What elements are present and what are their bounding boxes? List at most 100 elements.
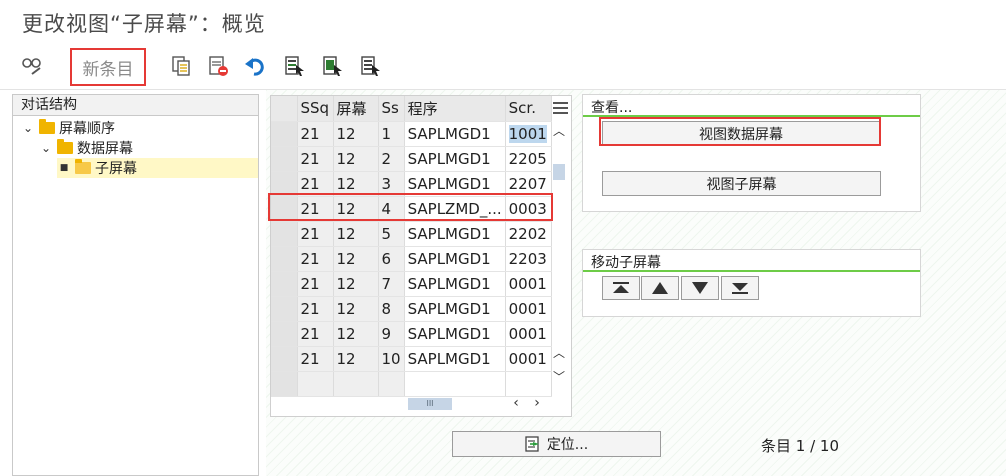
table-row[interactable]: 21 12 9 SAPLMGD1 0001	[271, 321, 552, 347]
tree-item-data-screens[interactable]: ⌄ 数据屏幕	[39, 138, 133, 158]
move-up-button[interactable]	[641, 276, 679, 300]
cell-scr[interactable]: 2207	[505, 171, 552, 197]
scroll-down-icon[interactable]: ︿	[551, 344, 567, 360]
select-block-button[interactable]	[318, 52, 346, 80]
locate-button[interactable]: 定位...	[452, 431, 661, 457]
cell-scr[interactable]: 2203	[505, 246, 552, 272]
row-selector[interactable]	[271, 121, 298, 147]
row-selector[interactable]	[271, 221, 298, 247]
cell-scr[interactable]: 2205	[505, 146, 552, 172]
cell-scr-value[interactable]: 1001	[508, 124, 547, 143]
toolbar: 新条目	[0, 44, 1006, 90]
cell-program[interactable]: SAPLZMD_...	[404, 196, 506, 222]
column-header-ssq[interactable]: SSq	[297, 96, 334, 122]
table-row[interactable]: 21 12 3 SAPLMGD1 2207	[271, 171, 552, 197]
cell-screen: 12	[333, 196, 379, 222]
move-to-top-button[interactable]	[602, 276, 640, 300]
table-row[interactable]: 21 12 7 SAPLMGD1 0001	[271, 271, 552, 297]
cell-ssq: 21	[297, 321, 334, 347]
cell-scr[interactable]: 0001	[505, 346, 552, 372]
delete-button[interactable]	[204, 52, 232, 80]
copy-icon	[172, 56, 190, 76]
table-row-empty	[271, 371, 552, 397]
row-selector[interactable]	[271, 246, 298, 272]
cell-scr[interactable]: 0001	[505, 321, 552, 347]
view-panel: 查看... 视图数据屏幕 视图子屏幕	[582, 94, 921, 212]
cell-scr[interactable]: 0001	[505, 271, 552, 297]
horizontal-scroll-thumb[interactable]: III	[408, 398, 452, 410]
scroll-bottom-icon[interactable]: ﹀	[551, 368, 567, 384]
table-row[interactable]: 21 12 4 SAPLZMD_... 0003	[271, 196, 552, 222]
cell-program[interactable]: SAPLMGD1	[404, 146, 506, 172]
chevron-down-icon[interactable]: ⌄	[39, 141, 53, 155]
new-entry-button[interactable]: 新条目	[70, 48, 146, 86]
move-panel-divider	[583, 270, 920, 272]
view-data-screen-button[interactable]: 视图数据屏幕	[602, 121, 880, 146]
row-selector[interactable]	[271, 371, 298, 397]
cell-program[interactable]: SAPLMGD1	[404, 321, 506, 347]
cell-ss: 8	[378, 296, 405, 322]
cell-scr[interactable]: 1001	[505, 121, 552, 147]
cell-program[interactable]: SAPLMGD1	[404, 296, 506, 322]
view-subscreen-button[interactable]: 视图子屏幕	[602, 171, 881, 196]
column-header-scr[interactable]: Scr.	[505, 96, 552, 122]
column-header-program[interactable]: 程序	[404, 96, 506, 122]
select-all-rows-cell[interactable]	[271, 96, 298, 122]
cell-scr[interactable]: 0003	[505, 196, 552, 222]
scroll-up-icon[interactable]: ︿	[551, 122, 567, 138]
cell-program[interactable]: SAPLMGD1	[404, 121, 506, 147]
cell-program[interactable]: SAPLMGD1	[404, 221, 506, 247]
select-all-button[interactable]	[280, 52, 308, 80]
cell-screen: 12	[333, 246, 379, 272]
vertical-scroll-thumb[interactable]	[553, 164, 565, 180]
table-row[interactable]: 21 12 1 SAPLMGD1 1001	[271, 121, 552, 147]
bullet-icon: ■	[59, 163, 69, 173]
row-selector[interactable]	[271, 171, 298, 197]
move-down-button[interactable]	[681, 276, 719, 300]
cell-ssq: 21	[297, 171, 334, 197]
cell-ss: 9	[378, 321, 405, 347]
row-selector[interactable]	[271, 146, 298, 172]
cell-program[interactable]: SAPLMGD1	[404, 271, 506, 297]
cell-screen: 12	[333, 296, 379, 322]
move-to-bottom-button[interactable]	[721, 276, 759, 300]
table-row[interactable]: 21 12 5 SAPLMGD1 2202	[271, 221, 552, 247]
row-selector[interactable]	[271, 271, 298, 297]
tree-item-screen-sequence[interactable]: ⌄ 屏幕顺序	[21, 118, 115, 138]
delete-icon	[209, 56, 228, 76]
scroll-right-icon[interactable]: ›	[530, 395, 544, 413]
cell-ssq: 21	[297, 221, 334, 247]
column-header-ss[interactable]: Ss	[378, 96, 405, 122]
cell-scr[interactable]: 0001	[505, 296, 552, 322]
table-header-row: SSq 屏幕 Ss 程序 Scr.	[271, 96, 552, 122]
display-change-button[interactable]	[18, 52, 46, 80]
row-selector[interactable]	[271, 321, 298, 347]
tree-item-label: 屏幕顺序	[59, 121, 115, 137]
cell-ssq: 21	[297, 146, 334, 172]
cell-ss: 4	[378, 196, 405, 222]
table-settings-button[interactable]	[549, 97, 571, 119]
scroll-left-icon[interactable]: ‹	[509, 395, 523, 413]
cell-program[interactable]: SAPLMGD1	[404, 346, 506, 372]
table-row[interactable]: 21 12 10 SAPLMGD1 0001	[271, 346, 552, 372]
cell-ssq: 21	[297, 296, 334, 322]
row-selector[interactable]	[271, 346, 298, 372]
column-header-screen[interactable]: 屏幕	[333, 96, 379, 122]
cell-scr[interactable]: 2202	[505, 221, 552, 247]
row-selector[interactable]	[271, 196, 298, 222]
move-panel-title: 移动子屏幕	[591, 255, 661, 271]
folder-open-icon	[75, 159, 91, 174]
undo-button[interactable]	[242, 52, 270, 80]
view-panel-title: 查看...	[591, 100, 633, 116]
chevron-down-icon[interactable]: ⌄	[21, 121, 35, 135]
deselect-all-button[interactable]	[356, 52, 384, 80]
subscreen-table-grid: SSq 屏幕 Ss 程序 Scr. 21 12 1 SAPLMGD1 1001 …	[271, 96, 552, 397]
table-row[interactable]: 21 12 8 SAPLMGD1 0001	[271, 296, 552, 322]
copy-button[interactable]	[167, 52, 195, 80]
table-row[interactable]: 21 12 6 SAPLMGD1 2203	[271, 246, 552, 272]
table-row[interactable]: 21 12 2 SAPLMGD1 2205	[271, 146, 552, 172]
cell-program[interactable]: SAPLMGD1	[404, 171, 506, 197]
row-selector[interactable]	[271, 296, 298, 322]
tree-item-subscreens[interactable]: ■ 子屏幕	[57, 158, 258, 178]
cell-program[interactable]: SAPLMGD1	[404, 246, 506, 272]
